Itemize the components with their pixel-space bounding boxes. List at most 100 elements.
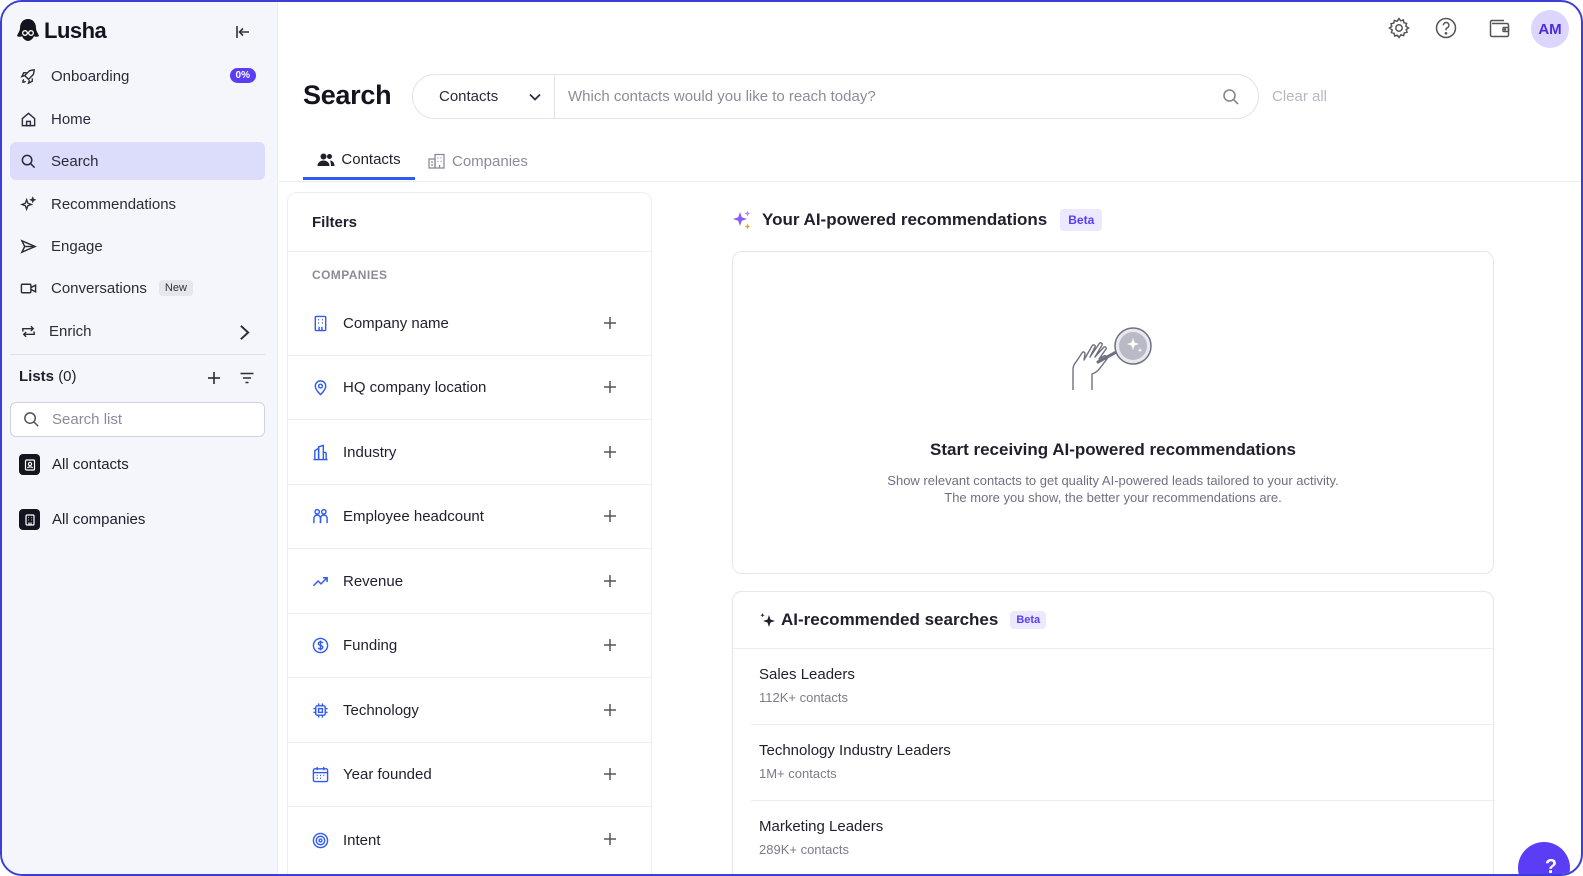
search-icon[interactable] (1222, 88, 1240, 106)
search-icon (24, 412, 39, 427)
filters-divider (288, 251, 651, 252)
hand-magnifier-illustration-icon (1072, 327, 1152, 390)
beta-badge: Beta (1060, 209, 1103, 231)
nav-label: Recommendations (51, 195, 177, 213)
nav-onboarding[interactable]: Onboarding 0% (10, 57, 265, 95)
filter-revenue[interactable]: Revenue (288, 550, 651, 614)
nav-search[interactable]: Search (10, 142, 265, 180)
chevron-right-icon (240, 325, 250, 340)
user-avatar[interactable]: AM (1531, 10, 1569, 48)
sparkles-icon (733, 210, 751, 230)
lusha-logo[interactable]: Lusha (16, 18, 107, 44)
calendar-icon (312, 766, 329, 783)
building-icon (314, 315, 327, 332)
filters-panel: Filters COMPANIES Company name HQ compan… (287, 192, 652, 874)
nav-label: Onboarding (51, 67, 130, 85)
search-scope-value: Contacts (439, 88, 499, 105)
recommended-searches-title: AI-recommended searches (781, 610, 999, 629)
plus-icon[interactable] (603, 445, 617, 459)
list-item-label: All contacts (52, 456, 129, 473)
filter-year-founded[interactable]: Year founded (288, 743, 651, 807)
filter-hq-location[interactable]: HQ company location (288, 356, 651, 420)
rocket-icon (20, 68, 35, 85)
plus-icon[interactable] (603, 509, 617, 523)
nav-enrich[interactable]: Enrich (10, 312, 265, 350)
plus-icon[interactable] (603, 767, 617, 781)
industry-icon (313, 444, 328, 461)
people-icon (313, 508, 328, 524)
gear-icon[interactable] (1387, 16, 1411, 40)
filters-section-label: COMPANIES (312, 268, 388, 282)
home-icon (21, 111, 36, 126)
plus-icon[interactable] (603, 832, 617, 846)
collapse-sidebar-icon[interactable] (234, 23, 252, 41)
help-chat-bubble[interactable]: ? (1518, 842, 1570, 874)
recommended-search-count: 289K+ contacts (759, 842, 849, 857)
filter-technology[interactable]: Technology (288, 679, 651, 743)
filter-employee-headcount[interactable]: Employee headcount (288, 485, 651, 549)
sidebar-divider (10, 354, 265, 355)
onboarding-progress-badge: 0% (229, 68, 256, 83)
nav-home[interactable]: Home (10, 100, 265, 138)
filter-intent[interactable]: Intent (288, 808, 651, 872)
sidebar: Lusha Onboarding 0% Home Search Recommen… (2, 2, 278, 874)
beta-badge: Beta (1010, 611, 1047, 629)
nav-recommendations[interactable]: Recommendations (10, 185, 265, 223)
tab-label: Contacts (341, 151, 401, 168)
recommended-search-item[interactable]: Technology Industry Leaders 1M+ contacts (751, 725, 1495, 801)
nav-label: Search (51, 152, 99, 170)
help-icon[interactable] (1434, 16, 1458, 40)
plus-icon[interactable] (603, 574, 617, 588)
list-item-all-companies[interactable]: All companies (19, 509, 145, 530)
filters-title: Filters (312, 214, 358, 231)
filter-label: Revenue (343, 573, 404, 590)
recommended-search-name: Technology Industry Leaders (759, 742, 951, 759)
search-list-field (10, 402, 265, 437)
filter-label: Intent (343, 831, 381, 849)
page-title: Search (303, 80, 392, 110)
search-input[interactable] (555, 75, 1222, 118)
video-icon (20, 283, 37, 293)
list-item-all-contacts[interactable]: All contacts (19, 454, 129, 475)
plus-icon[interactable] (603, 380, 617, 394)
send-icon (20, 238, 37, 254)
filter-funding[interactable]: Funding (288, 614, 651, 678)
filter-lists-icon[interactable] (239, 370, 255, 386)
target-icon (312, 832, 329, 848)
sparkles-icon (20, 195, 37, 211)
recommended-search-item[interactable]: Sales Leaders 112K+ contacts (751, 649, 1495, 725)
filter-industry[interactable]: Industry (288, 421, 651, 485)
tab-companies[interactable]: Companies (428, 142, 528, 180)
dollar-circle-icon (312, 637, 329, 654)
nav-engage[interactable]: Engage (10, 227, 265, 265)
recommended-search-name: Sales Leaders (759, 666, 855, 683)
chip-icon (313, 703, 328, 718)
filter-label: Company name (343, 315, 449, 332)
trend-up-icon (312, 576, 328, 587)
wallet-icon[interactable] (1488, 16, 1512, 40)
plus-icon[interactable] (603, 316, 617, 330)
ai-recommendations-heading: Your AI-powered recommendations Beta (731, 209, 1103, 231)
search-scope-dropdown[interactable]: Contacts (413, 75, 555, 118)
plus-icon[interactable] (603, 638, 617, 652)
ai-recommended-searches-card: AI-recommended searches Beta Sales Leade… (732, 591, 1495, 874)
nav-conversations[interactable]: Conversations New (10, 269, 265, 307)
nav-label: Conversations (51, 279, 147, 297)
tab-contacts[interactable]: Contacts (303, 142, 415, 180)
tabs-divider (279, 181, 1581, 182)
clear-all-button[interactable]: Clear all (1272, 88, 1327, 105)
recommended-search-count: 112K+ contacts (759, 690, 849, 705)
recommended-searches-heading: AI-recommended searches Beta (759, 610, 1047, 630)
lists-heading: Lists (0) (19, 368, 77, 385)
ai-recommendations-empty-card: Start receiving AI-powered recommendatio… (732, 251, 1494, 574)
filter-label: Funding (343, 637, 398, 654)
recommended-search-item[interactable]: Marketing Leaders 289K+ contacts (751, 801, 1495, 874)
empty-state-title: Start receiving AI-powered recommendatio… (930, 440, 1296, 459)
building-icon (19, 509, 40, 530)
filter-company-name[interactable]: Company name (288, 292, 651, 356)
ai-recommendations-title: Your AI-powered recommendations (762, 210, 1048, 229)
location-pin-icon (314, 380, 327, 396)
plus-icon[interactable] (603, 703, 617, 717)
search-list-input[interactable] (52, 411, 242, 428)
add-list-icon[interactable] (206, 370, 222, 386)
